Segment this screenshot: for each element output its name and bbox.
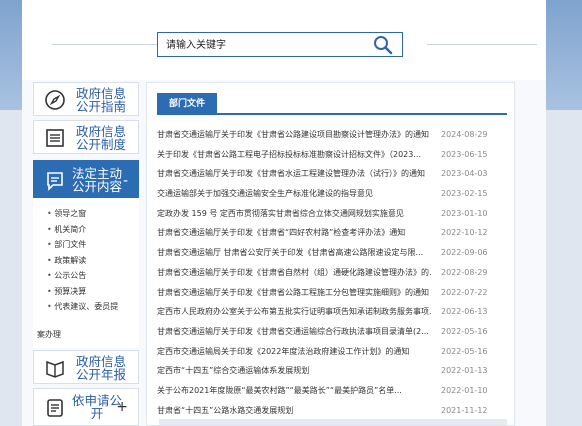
search-icon[interactable] bbox=[372, 34, 394, 56]
sidebar: 政府信息 公开指南 政府信息 公开制度 法定主动 公开内容 - 领导之窗 bbox=[33, 82, 141, 426]
expand-toggle[interactable]: + bbox=[116, 399, 128, 415]
item-title[interactable]: 定西市交通运输局关于印发《2022年度法治政府建设工作计划》的通知 bbox=[157, 342, 432, 362]
item-date: 2022-09-06 bbox=[441, 248, 488, 258]
item-date: 2022-10-12 bbox=[441, 228, 488, 238]
pagination-strip bbox=[159, 419, 507, 425]
submenu-item-leaders[interactable]: 领导之窗 bbox=[47, 206, 139, 222]
banner-left bbox=[0, 0, 22, 110]
item-date: 2022-05-16 bbox=[441, 326, 488, 336]
list-item[interactable]: 定西市人民政府办公室关于公布第五批实行证明事项告知承诺制政务服务事项... 202… bbox=[157, 302, 507, 322]
item-title[interactable]: 甘肃省交通运输厅关于印发《甘肃省“四好农村路”检查考评办法》通知 bbox=[157, 223, 432, 243]
item-date: 2021-11-12 bbox=[441, 405, 488, 415]
book-icon bbox=[44, 357, 66, 379]
submenu-item-proposals-cont[interactable]: 案办理 bbox=[37, 329, 61, 340]
item-title[interactable]: 交通运输部关于加强交通运输安全生产标准化建设的指导意见 bbox=[157, 184, 432, 204]
item-title[interactable]: 甘肃省交通运输厅 甘肃省公安厅关于印发《甘肃省高速公路限速设定与限... bbox=[157, 243, 432, 263]
item-date: 2023-06-15 bbox=[441, 149, 488, 159]
tab-department-docs[interactable]: 部门文件 bbox=[157, 93, 218, 115]
item-date: 2023-02-15 bbox=[441, 189, 488, 199]
sidebar-item-label: 依申请公 开 bbox=[72, 393, 123, 421]
item-title[interactable]: 定政办发 159 号 定西市贯彻落实甘肃省综合立体交通网规划实施意见 bbox=[157, 204, 432, 224]
list-item[interactable]: 甘肃省交通运输厅关于印发《甘肃省公路工程施工分包管理实施细则》的通知 2022-0… bbox=[157, 283, 507, 303]
submenu-item-intro[interactable]: 机关简介 bbox=[47, 222, 139, 238]
submenu-item-policy[interactable]: 政策解读 bbox=[47, 253, 139, 269]
item-date: 2024-08-29 bbox=[441, 130, 488, 139]
list-item[interactable]: 甘肃省交通运输厅关于印发《甘肃省“四好农村路”检查考评办法》通知 2022-10-… bbox=[157, 223, 507, 243]
item-date: 2022-08-29 bbox=[441, 267, 488, 277]
compass-icon bbox=[44, 89, 66, 111]
submenu-item-proposals[interactable]: 代表建议、委员提 bbox=[47, 299, 139, 315]
item-title[interactable]: 甘肃省交通运输厅关于印发《甘肃省公路建设项目勘察设计管理办法》的通知 bbox=[157, 125, 432, 145]
list-item[interactable]: 定政办发 159 号 定西市贯彻落实甘肃省综合立体交通网规划实施意见 2023-0… bbox=[157, 204, 507, 224]
item-title[interactable]: 定西市人民政府办公室关于公布第五批实行证明事项告知承诺制政务服务事项... bbox=[157, 302, 432, 322]
item-title[interactable]: 甘肃省交通运输厅关于印发《甘肃省自然村（组）通硬化路建设管理办法》的... bbox=[157, 263, 432, 283]
item-title[interactable]: 甘肃省交通运输厅关于印发《甘肃省公路工程施工分包管理实施细则》的通知 bbox=[157, 283, 432, 303]
divider-left bbox=[52, 44, 164, 45]
submenu-item-budget[interactable]: 预算决算 bbox=[47, 284, 139, 300]
list-item[interactable]: 甘肃省交通运输厅关于印发《甘肃省交通运输综合行政执法事项目录清单(2... 202… bbox=[157, 322, 507, 342]
document-list: 甘肃省交通运输厅关于印发《甘肃省公路建设项目勘察设计管理办法》的通知 2024-0… bbox=[157, 125, 507, 420]
item-title[interactable]: 关于公布2021年度陇原“最美农村路”“最美路长”“最美护路员”名单... bbox=[157, 381, 432, 401]
list-item[interactable]: 关于印发《甘肃省公路工程电子招标投标标准勘察设计招标文件》（2023... 202… bbox=[157, 145, 507, 165]
form-icon bbox=[44, 397, 66, 419]
list-item[interactable]: 甘肃省交通运输厅关于印发《甘肃省水运工程建设管理办法（试行）》的通知 2023-0… bbox=[157, 164, 507, 184]
list-item[interactable]: 甘肃省交通运输厅关于印发《甘肃省自然村（组）通硬化路建设管理办法》的... 202… bbox=[157, 263, 507, 283]
item-title[interactable]: 关于印发《甘肃省公路工程电子招标投标标准勘察设计招标文件》（2023... bbox=[157, 145, 432, 165]
item-date: 2022-06-13 bbox=[441, 307, 488, 317]
item-title[interactable]: 甘肃省交通运输厅关于印发《甘肃省交通运输综合行政执法事项目录清单(2... bbox=[157, 322, 432, 342]
list-item[interactable]: 甘肃省交通运输厅关于印发《甘肃省公路建设项目勘察设计管理办法》的通知 2024-0… bbox=[157, 125, 507, 145]
item-date: 2022-05-16 bbox=[441, 346, 488, 356]
item-date: 2023-04-03 bbox=[441, 169, 488, 179]
sidebar-submenu: 领导之窗 机关简介 部门文件 政策解读 公示公告 预算决算 代表建议、委员提 案… bbox=[33, 198, 139, 348]
sidebar-item-application[interactable]: 依申请公 开 + bbox=[33, 388, 139, 426]
item-date: 2022-01-13 bbox=[441, 366, 488, 376]
sidebar-item-guide[interactable]: 政府信息 公开指南 bbox=[33, 82, 139, 116]
item-title[interactable]: 定西市“十四五”综合交通运输体系发展规划 bbox=[157, 361, 432, 381]
list-item[interactable]: 甘肃省“十四五”公路水路交通发展规划 2021-11-12 bbox=[157, 401, 507, 421]
banner-right bbox=[546, 0, 582, 110]
submenu-item-notice[interactable]: 公示公告 bbox=[47, 268, 139, 284]
sidebar-item-label: 政府信息 公开年报 bbox=[75, 354, 126, 382]
content-panel: 部门文件 甘肃省交通运输厅关于印发《甘肃省公路建设项目勘察设计管理办法》的通知 2… bbox=[146, 82, 515, 426]
tab-bar: 部门文件 bbox=[157, 93, 507, 115]
sidebar-item-annual-report[interactable]: 政府信息 公开年报 bbox=[33, 350, 139, 384]
search-input[interactable] bbox=[166, 36, 366, 54]
list-item[interactable]: 关于公布2021年度陇原“最美农村路”“最美路长”“最美护路员”名单... 202… bbox=[157, 381, 507, 401]
list-item[interactable]: 交通运输部关于加强交通运输安全生产标准化建设的指导意见 2023-02-15 bbox=[157, 184, 507, 204]
divider-right bbox=[427, 44, 537, 45]
search-box bbox=[157, 32, 403, 57]
item-title[interactable]: 甘肃省“十四五”公路水路交通发展规划 bbox=[157, 401, 432, 421]
list-item[interactable]: 定西市交通运输局关于印发《2022年度法治政府建设工作计划》的通知 2022-05… bbox=[157, 342, 507, 362]
sidebar-item-label: 法定主动 公开内容 bbox=[72, 166, 123, 194]
sidebar-item-statutory[interactable]: 法定主动 公开内容 - bbox=[33, 160, 139, 200]
collapse-toggle[interactable]: - bbox=[123, 173, 128, 189]
list-item[interactable]: 定西市“十四五”综合交通运输体系发展规划 2022-01-13 bbox=[157, 361, 507, 381]
sidebar-item-system[interactable]: 政府信息 公开制度 bbox=[33, 120, 139, 154]
item-date: 2023-01-10 bbox=[441, 208, 488, 218]
submenu-item-docs[interactable]: 部门文件 bbox=[47, 237, 139, 253]
sidebar-item-label: 政府信息 公开制度 bbox=[75, 124, 126, 152]
chat-doc-icon bbox=[44, 170, 66, 192]
sidebar-item-label: 政府信息 公开指南 bbox=[75, 86, 126, 114]
list-item[interactable]: 甘肃省交通运输厅 甘肃省公安厅关于印发《甘肃省高速公路限速设定与限... 2022… bbox=[157, 243, 507, 263]
item-date: 2022-01-10 bbox=[441, 385, 488, 395]
item-title[interactable]: 甘肃省交通运输厅关于印发《甘肃省水运工程建设管理办法（试行）》的通知 bbox=[157, 164, 432, 184]
item-date: 2022-07-22 bbox=[441, 287, 488, 297]
document-list-icon bbox=[44, 127, 66, 149]
